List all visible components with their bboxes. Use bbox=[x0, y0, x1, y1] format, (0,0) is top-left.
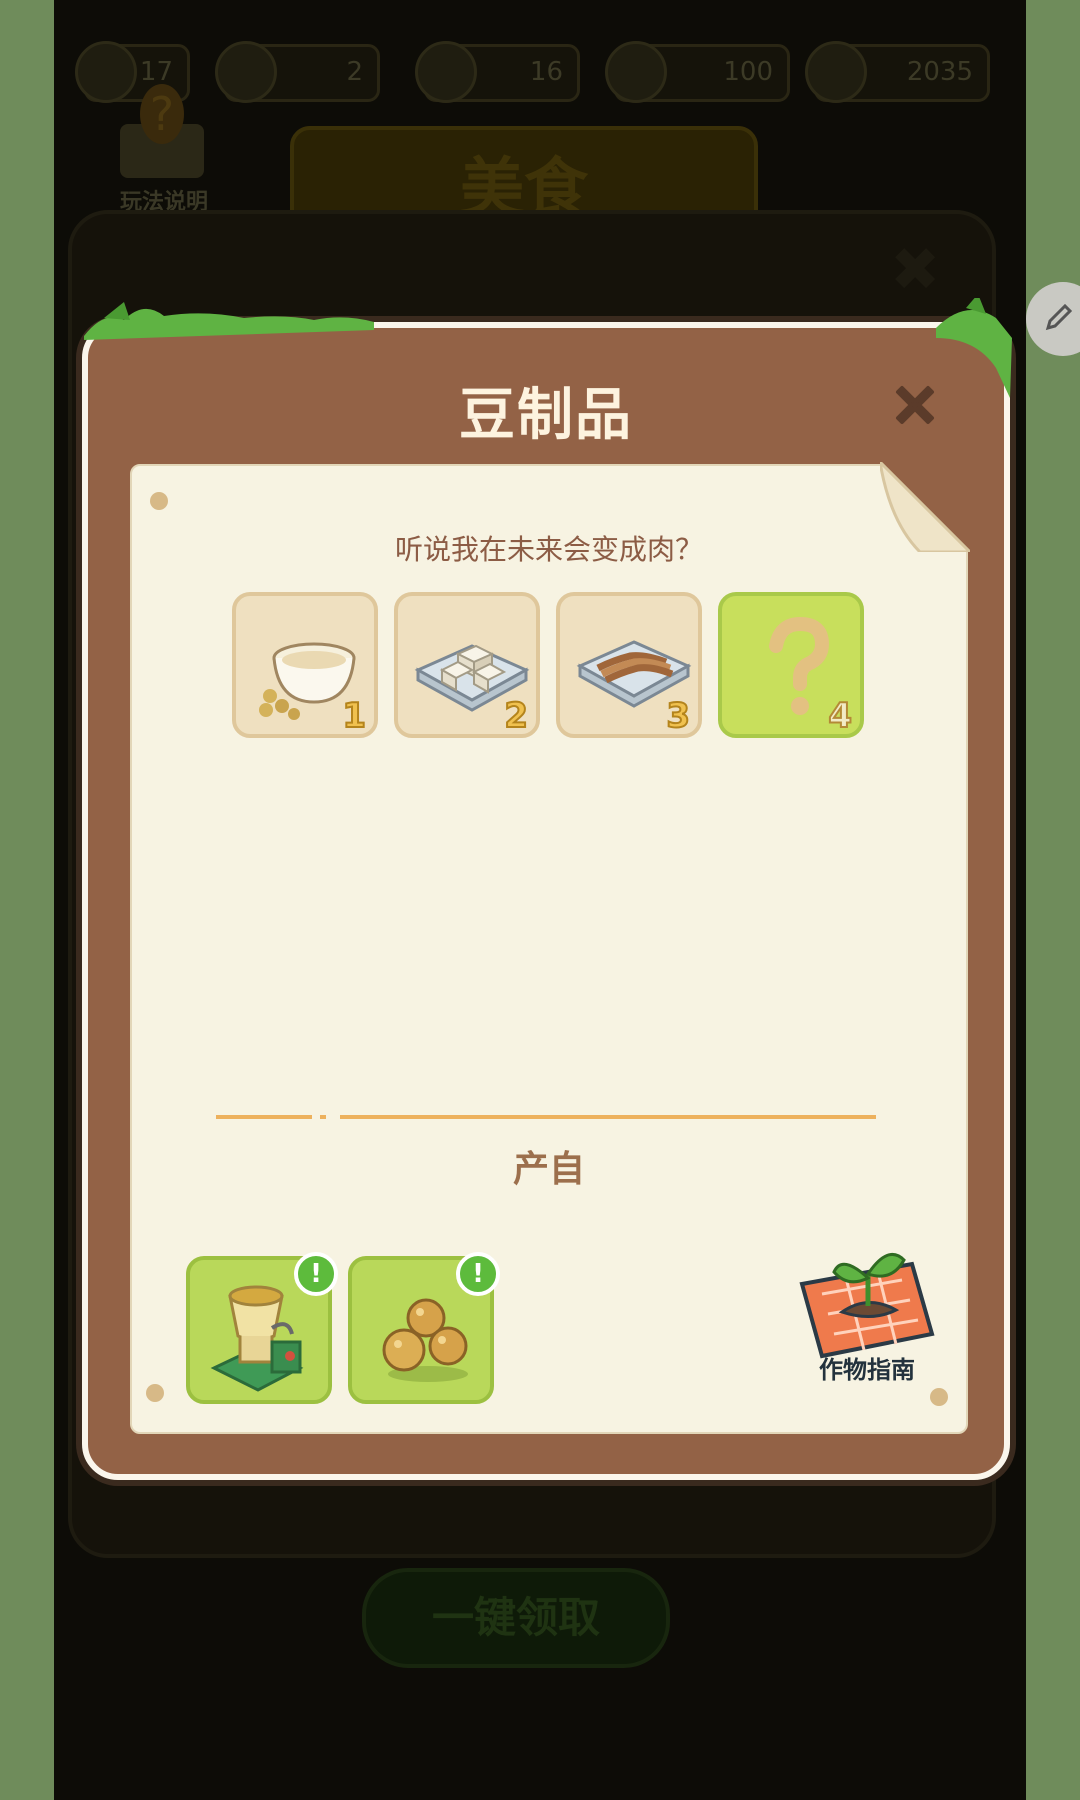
item-description: 听说我在未来会变成肉？ bbox=[394, 533, 703, 566]
product-number: 4 bbox=[827, 695, 853, 737]
hud-people-value: 16 bbox=[529, 57, 563, 87]
crop-guide-icon bbox=[799, 1252, 935, 1359]
hud-coins-value: 2035 bbox=[906, 57, 973, 87]
alert-badge: ! bbox=[294, 1252, 338, 1296]
product-soy-milk[interactable]: 1 bbox=[232, 592, 378, 738]
grass-decoration-icon bbox=[84, 302, 374, 340]
source-soybeans[interactable]: ! bbox=[348, 1252, 500, 1404]
person-icon bbox=[415, 41, 477, 103]
crop-guide-label: 作物指南 bbox=[819, 1356, 915, 1384]
modal-title: 豆制品 bbox=[459, 383, 633, 448]
alert-badge: ! bbox=[456, 1252, 500, 1296]
product-tofu-skin[interactable]: 3 bbox=[556, 592, 702, 738]
product-number: 1 bbox=[341, 695, 367, 737]
claim-all-button: 一键领取 bbox=[362, 1568, 670, 1668]
close-icon bbox=[896, 386, 934, 424]
product-locked[interactable]: 4 bbox=[718, 592, 864, 738]
hud-keys-value: 100 bbox=[723, 57, 773, 87]
heart-icon bbox=[215, 41, 277, 103]
food-panel-close-icon: ✖ bbox=[890, 235, 941, 305]
hud-hearts: 2 bbox=[215, 41, 380, 103]
hud-keys: 100 bbox=[605, 41, 790, 103]
product-tofu[interactable]: 2 bbox=[394, 592, 540, 738]
crop-guide-button[interactable]: 作物指南 bbox=[792, 1234, 942, 1394]
grinder-machine-icon bbox=[210, 1285, 304, 1392]
hud-level-value: 17 bbox=[139, 57, 173, 87]
section-divider bbox=[216, 1115, 876, 1119]
pencil-icon bbox=[1045, 303, 1073, 331]
right-edge bbox=[1026, 0, 1080, 1800]
tack-icon bbox=[150, 492, 168, 510]
close-button[interactable] bbox=[888, 378, 942, 432]
product-number: 2 bbox=[503, 695, 529, 737]
hud-coins: 2035 bbox=[805, 41, 990, 103]
soybeans-icon bbox=[382, 1298, 468, 1382]
source-grinder[interactable]: ! bbox=[186, 1252, 338, 1404]
tack-icon bbox=[146, 1384, 164, 1402]
item-detail-modal: 豆制品 听说我在未来会变成肉？ 1 2 3 4 产自 ! ! 作物指南 bbox=[82, 298, 1012, 1480]
product-number: 3 bbox=[665, 695, 691, 737]
coin-icon bbox=[805, 41, 867, 103]
help-button: ? 玩法说明 bbox=[104, 84, 224, 215]
key-icon bbox=[605, 41, 667, 103]
source-section-label: 产自 bbox=[512, 1149, 585, 1190]
claim-all-label: 一键领取 bbox=[431, 1593, 600, 1642]
hud-hearts-value: 2 bbox=[346, 57, 363, 87]
question-icon: ? bbox=[140, 84, 184, 144]
left-edge bbox=[0, 0, 54, 1800]
hud-people: 16 bbox=[415, 41, 580, 103]
detail-paper: 听说我在未来会变成肉？ 1 2 3 4 产自 ! ! 作物指南 bbox=[130, 462, 970, 1434]
